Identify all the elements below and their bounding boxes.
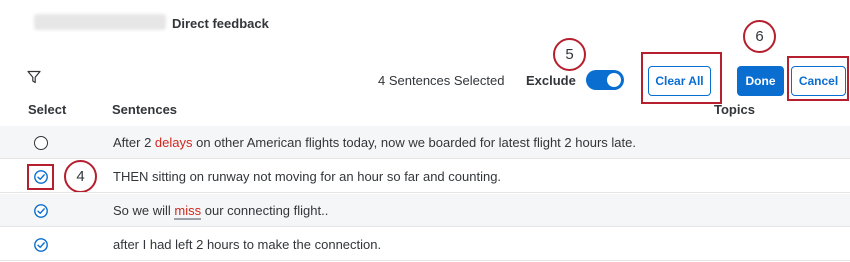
toggle-knob — [607, 73, 621, 87]
row-selected-check-icon[interactable] — [34, 238, 48, 252]
highlighted-keyword: miss — [174, 203, 202, 220]
row-select-radio[interactable] — [34, 136, 48, 150]
column-header-sentences: Sentences — [112, 102, 178, 117]
cancel-highlight — [787, 56, 849, 101]
exclude-label: Exclude — [526, 73, 576, 88]
row-divider — [0, 192, 850, 193]
blurred-breadcrumb — [34, 14, 166, 30]
row-divider — [0, 260, 850, 261]
sentence-text: THEN sitting on runway not moving for an… — [113, 169, 502, 184]
row-divider — [0, 158, 850, 159]
callout-step-5: 5 — [553, 38, 586, 71]
selected-count: 4 Sentences Selected — [378, 73, 505, 88]
clear-all-highlight — [641, 52, 722, 104]
row-divider — [0, 226, 850, 227]
callout-step-6: 6 — [743, 20, 776, 53]
page-header: Direct feedback — [0, 0, 850, 52]
row-selected-check-icon[interactable] — [34, 204, 48, 218]
column-header-select: Select — [28, 102, 67, 117]
filter-icon[interactable] — [27, 70, 41, 84]
sentence-text: after I had left 2 hours to make the con… — [113, 237, 382, 252]
page-title: Direct feedback — [172, 16, 269, 31]
row-selected-check-icon[interactable] — [34, 170, 48, 184]
sentence-text: So we will miss our connecting flight.. — [113, 203, 329, 220]
highlighted-keyword: delays — [154, 135, 193, 150]
sentence-text: After 2 delays on other American flights… — [113, 135, 636, 150]
done-button[interactable]: Done — [737, 66, 784, 96]
exclude-toggle[interactable] — [586, 70, 624, 90]
column-header-topics: Topics — [714, 102, 755, 117]
